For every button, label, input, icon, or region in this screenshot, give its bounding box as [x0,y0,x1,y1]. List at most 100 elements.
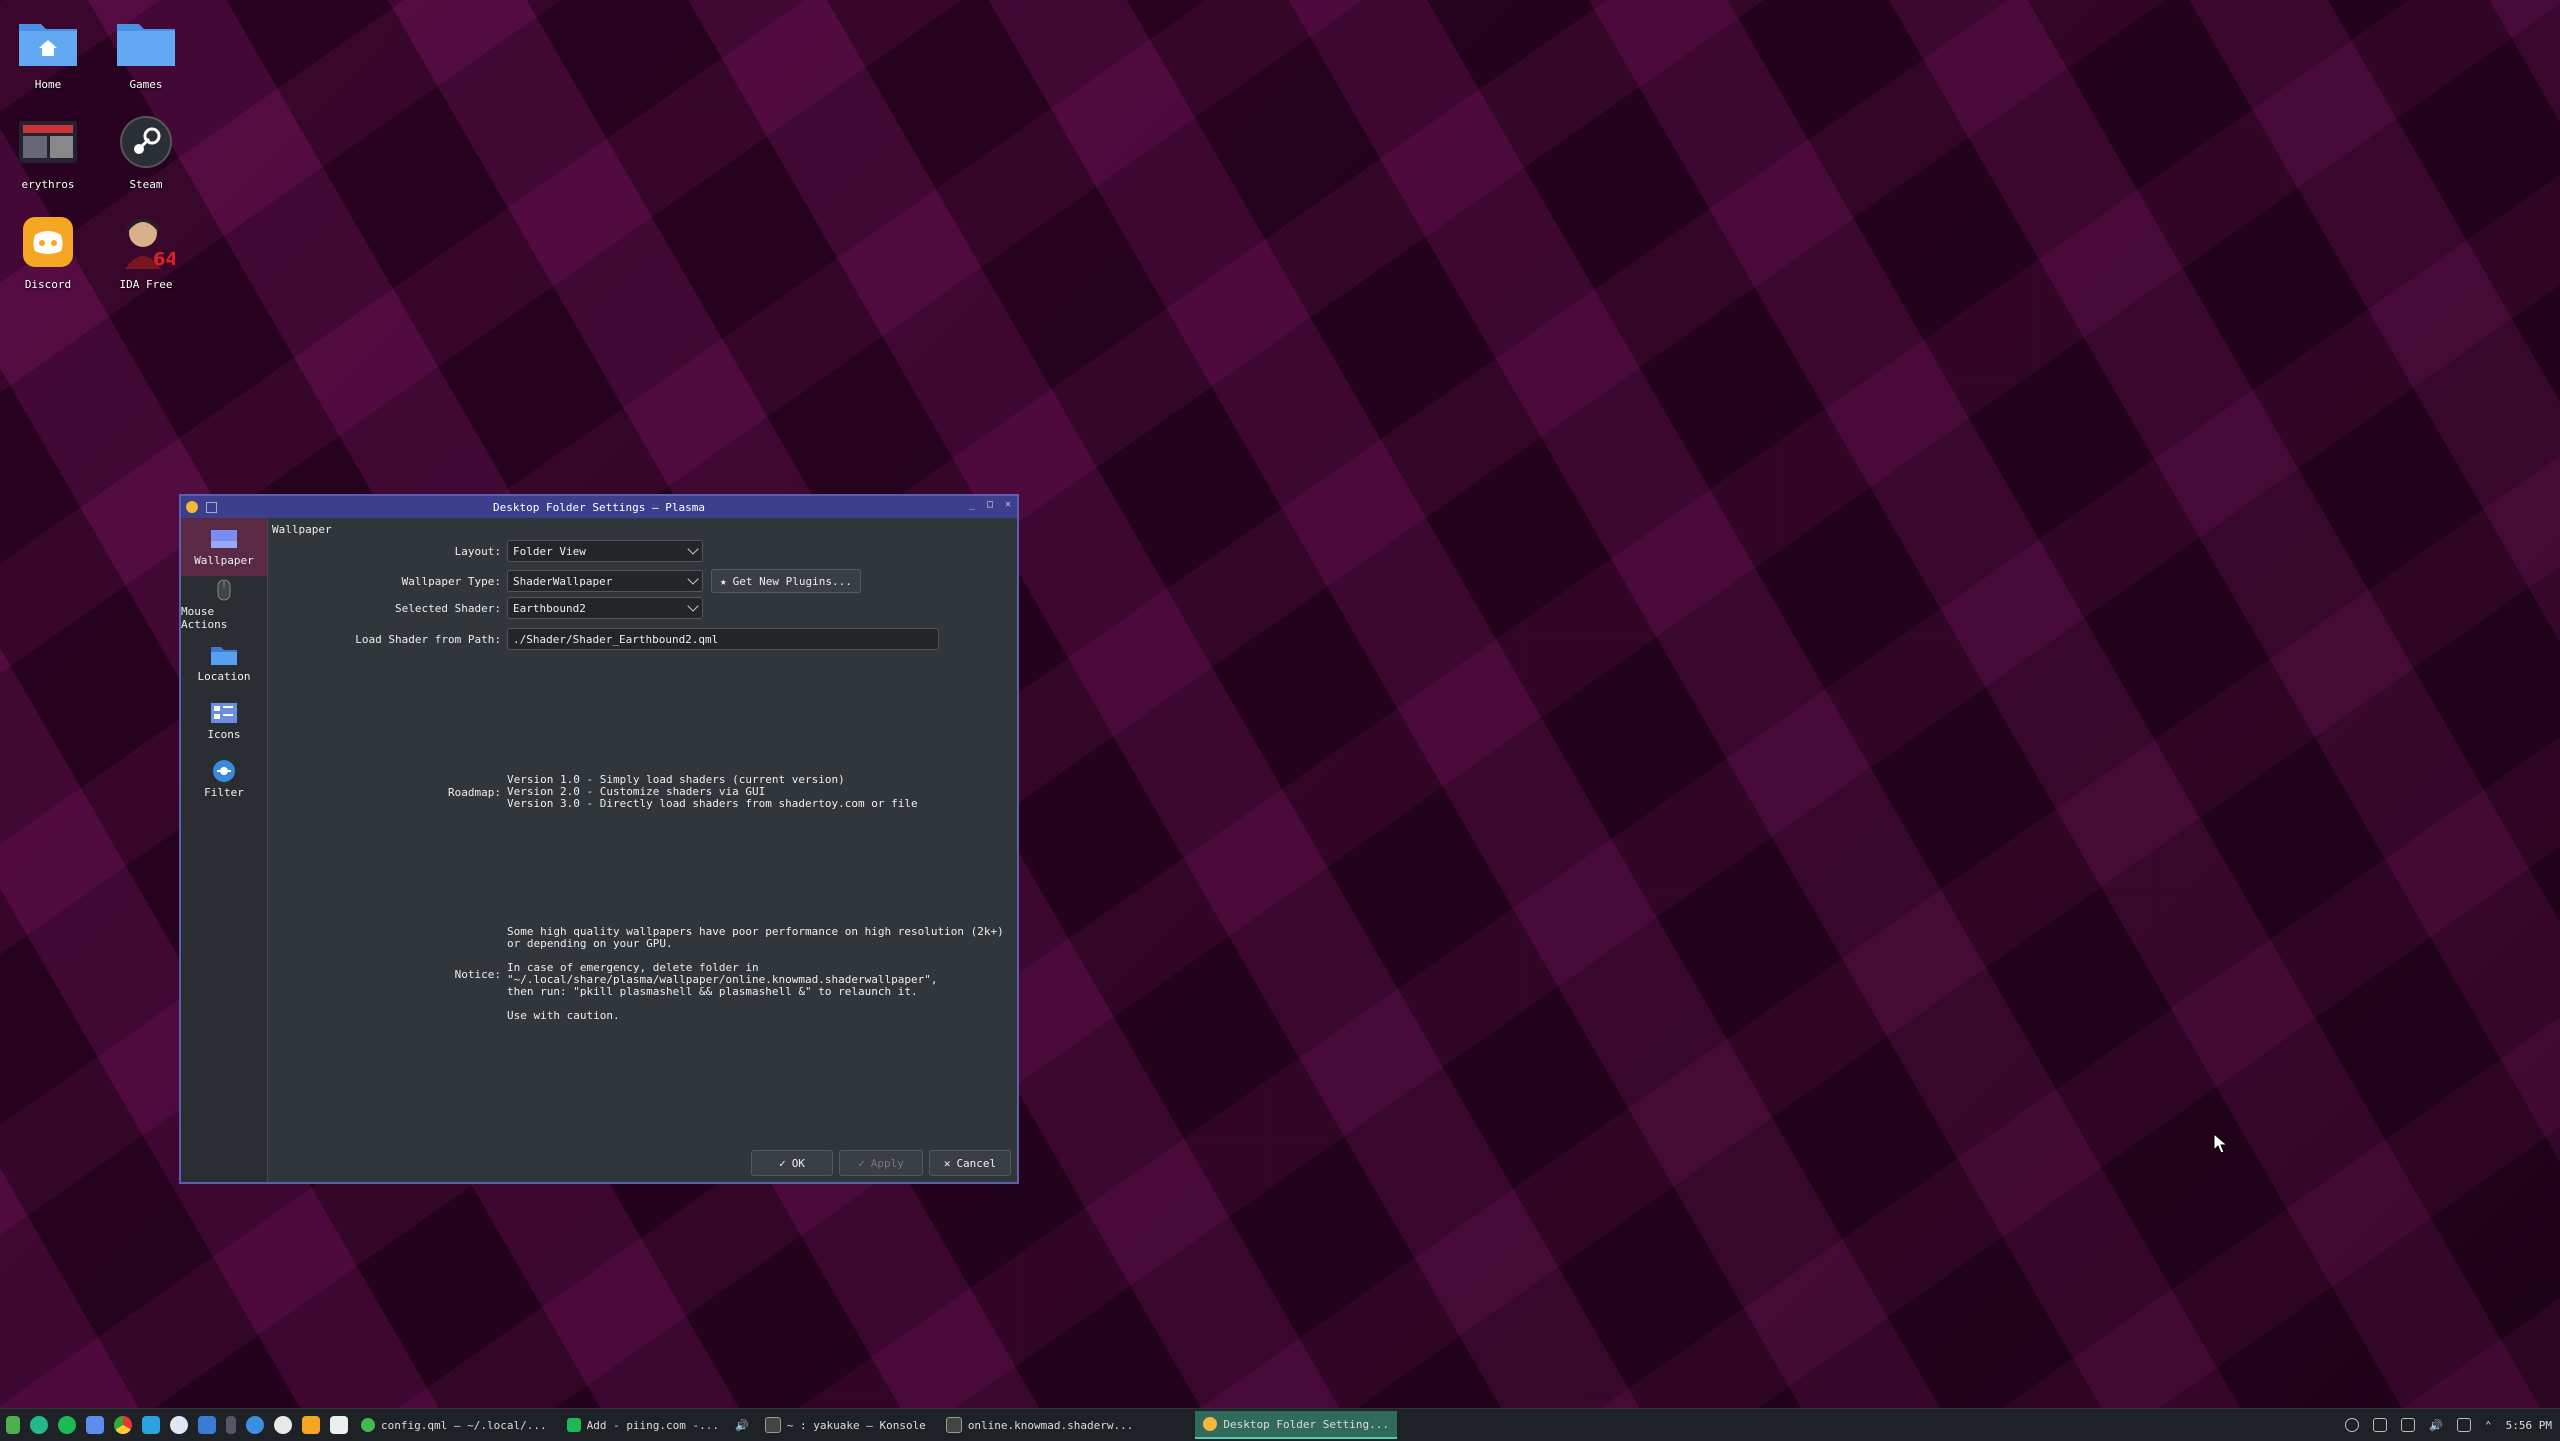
dot-icon[interactable] [226,1416,236,1434]
minimize-icon[interactable]: _ [967,500,977,510]
notes-icon[interactable] [302,1416,320,1434]
discord-icon [16,212,80,272]
task-config-qml[interactable]: config.qml — ~/.local/... [353,1412,555,1438]
chevron-down-icon [687,600,699,612]
clock[interactable]: 5:56 PM [2506,1419,2552,1432]
sidebar-item-label: Location [197,669,251,683]
window-title: Desktop Folder Settings — Plasma [493,500,705,514]
selected-shader-value: Earthbound2 [513,601,586,615]
chevron-up-icon[interactable]: ⌃ [2485,1419,2492,1432]
check-icon: ✓ [779,1156,786,1170]
steam-icon [114,112,178,172]
maximize-icon[interactable]: □ [985,500,995,510]
sidebar-item-label: Filter [204,785,244,799]
section-title: Wallpaper [272,523,332,536]
check-icon: ✓ [858,1156,865,1170]
task-desktop-folder-settings[interactable]: Desktop Folder Setting... [1195,1411,1397,1439]
home-folder-icon [16,12,80,72]
notice-line: then run: "pkill plasmashell && plasmash… [507,985,918,998]
task-label: config.qml — ~/.local/... [381,1418,547,1432]
desktop-icon-label: Steam [129,178,163,191]
filter-icon [210,759,238,782]
settings-content: Wallpaper Layout: Folder View Wallpaper … [267,518,1017,1182]
settings-sidebar: Wallpaper Mouse Actions Location Icons F… [181,518,268,1182]
signal-icon[interactable] [170,1416,188,1434]
plasma-icon [1203,1417,1218,1431]
chrome-icon[interactable] [114,1416,132,1434]
vscode-icon[interactable] [330,1416,348,1434]
sidebar-item-location[interactable]: Location [181,634,267,692]
chevron-down-icon [687,573,699,585]
app-launcher-icon[interactable] [6,1416,20,1434]
load-path-value: ./Shader/Shader_Earthbound2.qml [513,632,719,646]
selected-shader-combo[interactable]: Earthbound2 [507,597,703,619]
terminal-icon [764,1417,781,1433]
task-label: Add - piing.com -... [586,1418,720,1432]
network-icon[interactable] [2401,1418,2416,1432]
load-path-input[interactable]: ./Shader/Shader_Earthbound2.qml [507,628,939,650]
window-titlebar[interactable]: Desktop Folder Settings — Plasma _ □ ✕ [181,496,1017,518]
wallpaper-type-combo[interactable]: ShaderWallpaper [507,570,703,592]
mouse-cursor-icon [2213,1132,2229,1159]
notice-line: or depending on your GPU. [507,937,673,950]
desktop-icon-erythros[interactable]: erythros [3,112,93,191]
desktop-icon-discord[interactable]: Discord [3,212,93,291]
cancel-x-icon: ✕ [943,1156,951,1170]
clipboard-icon[interactable] [2373,1418,2388,1432]
telegram-icon[interactable] [142,1416,160,1434]
apply-button[interactable]: ✓ Apply [839,1150,923,1176]
sidebar-item-icons[interactable]: Icons [181,692,267,750]
task-label: online.knowmad.shaderw... [967,1418,1134,1432]
desktop-icon-label: Discord [24,278,72,291]
desktop-icon-label: IDA Free [119,278,173,291]
task-label: Desktop Folder Setting... [1223,1417,1389,1431]
messenger-icon[interactable] [30,1416,48,1434]
notice-label: Notice: [454,967,501,981]
desktop-icon-steam[interactable]: Steam [101,112,191,191]
volume-control[interactable]: 🔊 [731,1412,753,1438]
media-play-icon[interactable] [2345,1418,2360,1432]
wallpaper-type-label: Wallpaper Type: [401,574,501,588]
task-yakuake[interactable]: ~ : yakuake — Konsole [757,1412,934,1438]
desktop-icon-label: Home [34,78,62,91]
cancel-label: Cancel [956,1156,997,1170]
wallpaper-icon [210,528,238,550]
window-icon [945,1417,962,1433]
task-shaderwallpaper[interactable]: online.knowmad.shaderw... [938,1412,1142,1438]
display-icon[interactable] [2457,1418,2472,1432]
file-manager-icon[interactable] [198,1416,216,1434]
notice-line: Use with caution. [507,1009,620,1022]
desktop-icon-ida-free[interactable]: 64 IDA Free [101,212,191,291]
task-label: ~ : yakuake — Konsole [786,1418,926,1432]
sidebar-item-wallpaper[interactable]: Wallpaper [181,518,267,576]
speaker-icon: 🔊 [735,1418,749,1432]
cancel-button[interactable]: ✕ Cancel [929,1150,1011,1176]
layout-label: Layout: [454,544,501,558]
browser-icon[interactable] [246,1416,264,1434]
sidebar-item-label: Wallpaper [194,553,254,567]
icons-grid-icon [210,702,238,724]
desktop-icon-home[interactable]: Home [3,12,93,91]
volume-icon[interactable]: 🔊 [2429,1419,2443,1432]
spotify-icon[interactable] [58,1416,76,1434]
editor-icon [361,1418,375,1432]
chat-icon[interactable] [86,1416,104,1434]
screenshot-thumbnail-icon [16,112,80,172]
ok-button[interactable]: ✓ OK [751,1150,833,1176]
layout-combo[interactable]: Folder View [507,540,703,562]
close-icon[interactable]: ✕ [1003,500,1013,510]
folder-icon [210,644,238,666]
sidebar-item-filter[interactable]: Filter [181,750,267,808]
apply-label: Apply [870,1156,904,1170]
notice-text: Some high quality wallpapers have poor p… [507,926,1004,1022]
task-add-piing[interactable]: Add - piing.com -... [559,1412,727,1438]
roadmap-label: Roadmap: [448,785,501,799]
taskbar: config.qml — ~/.local/... Add - piing.co… [0,1408,2560,1441]
desktop: Home Games erythros Steam Discord 64 IDA… [0,0,2560,1408]
get-new-plugins-button[interactable]: ★ Get New Plugins... [711,569,861,593]
sidebar-item-label: Mouse Actions [181,605,228,631]
settings-icon[interactable] [274,1416,292,1434]
desktop-icon-games[interactable]: Games [101,12,191,91]
chevron-down-icon [687,543,699,555]
sidebar-item-mouse-actions[interactable]: Mouse Actions [181,576,267,634]
